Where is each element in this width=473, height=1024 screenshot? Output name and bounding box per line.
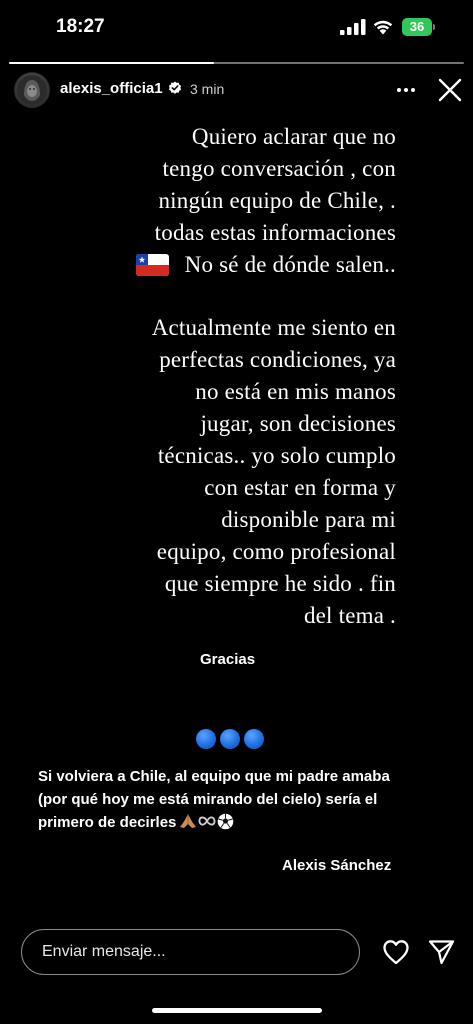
gracias-text: Gracias [200, 651, 256, 668]
quote-line: (por qué hoy me está mirando del cielo) … [38, 791, 378, 808]
verified-badge-icon [168, 81, 182, 94]
story-paragraph-2: Actualmente me siento en perfectas condi… [152, 312, 396, 632]
story-progress-bar [9, 62, 464, 64]
praying-hands-icon [180, 814, 197, 828]
more-icon[interactable] [392, 80, 420, 100]
text-line: disponible para mi [221, 507, 396, 532]
quote-line: Si volviera a Chile, al equipo que mi pa… [38, 768, 390, 785]
signal-icon [340, 19, 366, 35]
text-line: todas estas informaciones [154, 220, 396, 245]
soccer-ball-icon [218, 813, 234, 830]
text-line: ningún equipo de Chile, . [158, 188, 396, 213]
quote-line-last: primero de decirles [38, 811, 458, 834]
text-line: que siempre he sido . fin [164, 571, 396, 596]
status-bar: 18:27 36 [0, 0, 473, 56]
story-paragraph-1: Quiero aclarar que no tengo conversación… [135, 121, 396, 281]
text-line: perfectas condiciones, ya [159, 347, 396, 372]
chile-flag-icon [135, 254, 169, 276]
text-line: Quiero aclarar que no [191, 124, 396, 149]
text-line: con estar en forma y [204, 475, 396, 500]
heart-icon[interactable] [382, 939, 410, 965]
blue-circle-icon [220, 729, 240, 749]
blue-circle-icon [244, 729, 264, 749]
text-line: no está en mis manos [195, 379, 396, 404]
wifi-icon [373, 20, 393, 35]
signature-text: Alexis Sánchez [282, 857, 392, 874]
blue-circle-icon [196, 729, 216, 749]
story-time-ago: 3 min [190, 81, 225, 97]
battery-level: 36 [402, 18, 432, 36]
battery-cap [433, 24, 435, 30]
text-line: tengo conversación , con [162, 156, 396, 181]
story-username[interactable]: alexis_officia1 [60, 80, 163, 97]
text-line: técnicas.. yo solo cumplo [157, 443, 396, 468]
send-icon[interactable] [428, 939, 455, 965]
home-indicator [152, 1008, 322, 1013]
blue-circles-emoji [196, 729, 266, 751]
infinity-icon [198, 816, 216, 826]
lion-avatar-icon [17, 75, 47, 105]
status-time: 18:27 [56, 16, 105, 37]
quote-line: primero de decirles [38, 814, 177, 831]
text-line: equipo, como profesional [156, 539, 396, 564]
text-line: jugar, son decisiones [200, 411, 396, 436]
message-input[interactable]: Enviar mensaje... [21, 929, 360, 975]
text-line: No sé de dónde salen.. [184, 252, 396, 277]
story-quote: Si volviera a Chile, al equipo que mi pa… [38, 765, 458, 834]
text-line: del tema . [303, 603, 396, 628]
text-line: Actualmente me siento en [151, 315, 396, 340]
message-placeholder: Enviar mensaje... [42, 943, 166, 960]
story-progress-fill [9, 62, 214, 64]
text-line-with-flag: No sé de dónde salen.. [135, 249, 396, 281]
story-card[interactable]: alexis_officia1 3 min Quiero aclarar que… [0, 54, 473, 892]
battery-icon: 36 [402, 18, 435, 36]
avatar[interactable] [14, 72, 50, 108]
close-icon[interactable] [437, 77, 463, 103]
